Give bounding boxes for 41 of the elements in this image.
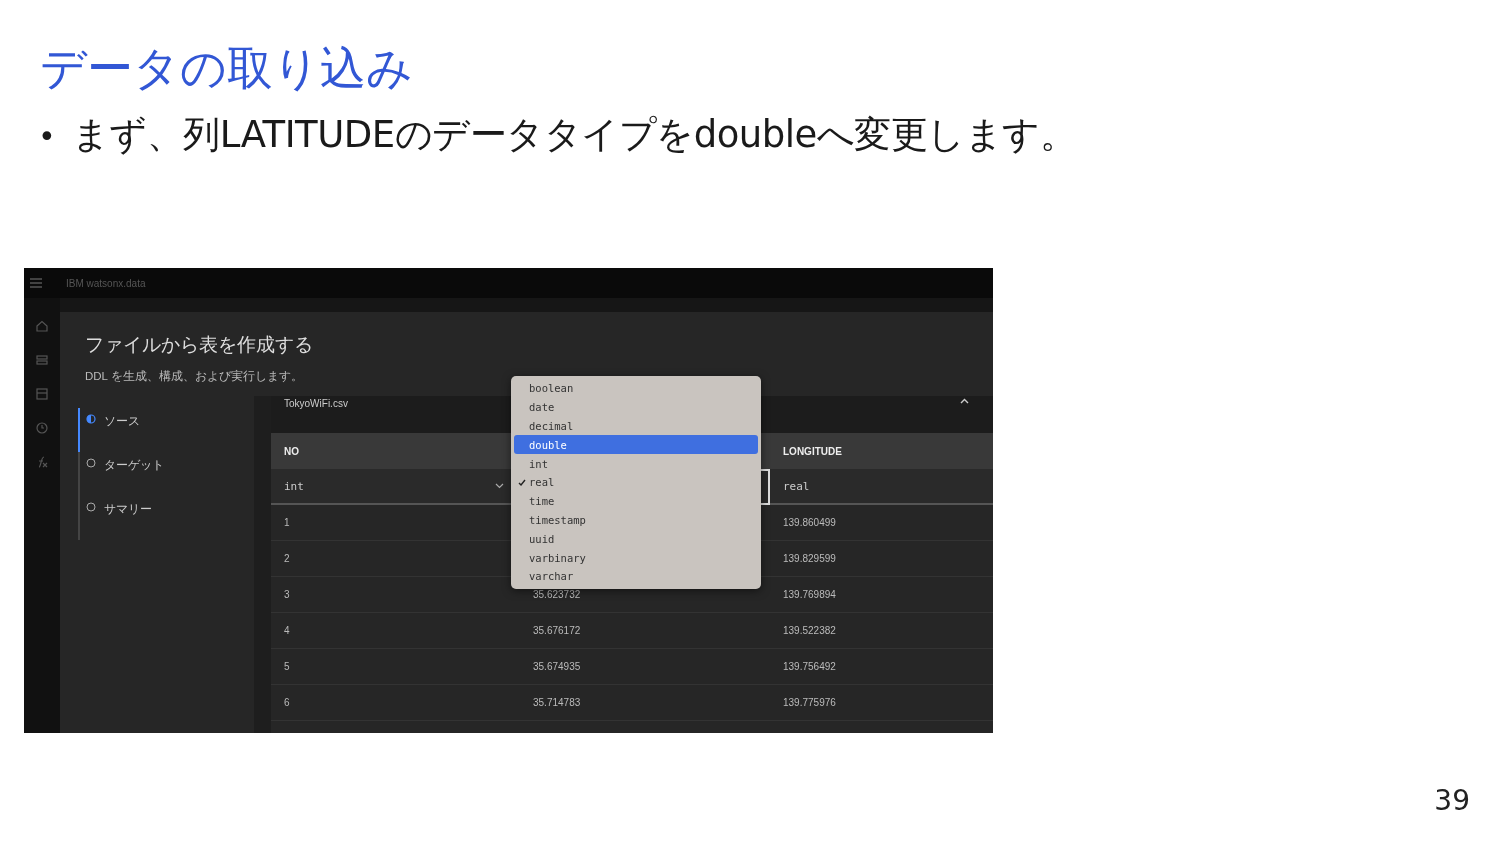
menu-item[interactable]: boolean bbox=[514, 379, 758, 398]
menu-item[interactable]: decimal bbox=[514, 416, 758, 436]
bullet-mark: • bbox=[38, 119, 56, 154]
app-name: IBM watsonx.data bbox=[66, 277, 146, 289]
step-status-icon bbox=[86, 502, 96, 512]
table-cell: 139.775976 bbox=[770, 685, 993, 721]
table-cell: 5 bbox=[271, 649, 520, 685]
step-status-icon bbox=[86, 414, 96, 424]
table-cell: 6 bbox=[271, 685, 520, 721]
caret-icon[interactable] bbox=[960, 398, 969, 404]
table-cell: 35.676172 bbox=[520, 613, 770, 649]
table-cell: 4 bbox=[271, 613, 520, 649]
menu-icon[interactable] bbox=[30, 278, 42, 288]
chevron-icon bbox=[495, 483, 504, 489]
step-status-icon bbox=[86, 458, 96, 468]
table-cell: 139.860499 bbox=[770, 505, 993, 541]
bullet-text: まず、列LATITUDEのデータタイプをdoubleへ変更します。 bbox=[71, 112, 1077, 158]
page-number: 39 bbox=[1434, 784, 1470, 817]
column-header: LONGITUDE bbox=[770, 433, 993, 469]
stack-icon[interactable] bbox=[36, 354, 48, 366]
database-icon[interactable] bbox=[36, 388, 48, 400]
progress-step[interactable]: ターゲット bbox=[78, 452, 254, 496]
progress-step[interactable]: ソース bbox=[78, 408, 254, 452]
home-icon[interactable] bbox=[36, 320, 48, 332]
table-cell: 139.756492 bbox=[770, 649, 993, 685]
table-cell: 139.522382 bbox=[770, 613, 993, 649]
menu-item[interactable]: date bbox=[514, 397, 758, 417]
clock-icon[interactable] bbox=[36, 422, 48, 434]
type-select-field[interactable]: real bbox=[770, 469, 993, 505]
function-icon[interactable] bbox=[36, 456, 48, 468]
slide-title: データの取り込み bbox=[40, 40, 413, 97]
table-cell: 35.714783 bbox=[520, 685, 770, 721]
dialog-title: ファイルから表を作成する bbox=[84, 333, 314, 357]
dialog-subtitle: DDL を生成、構成、および実行します。 bbox=[84, 369, 304, 384]
file-name: TokyoWiFi.csv bbox=[284, 398, 348, 409]
table-cell: 139.769894 bbox=[770, 577, 993, 613]
checkmark-icon bbox=[517, 478, 526, 486]
progress-step[interactable]: サマリー bbox=[78, 496, 254, 540]
table-cell: 139.829599 bbox=[770, 541, 993, 577]
menu-item[interactable]: double bbox=[514, 435, 758, 455]
table-cell: 35.674935 bbox=[520, 649, 770, 685]
